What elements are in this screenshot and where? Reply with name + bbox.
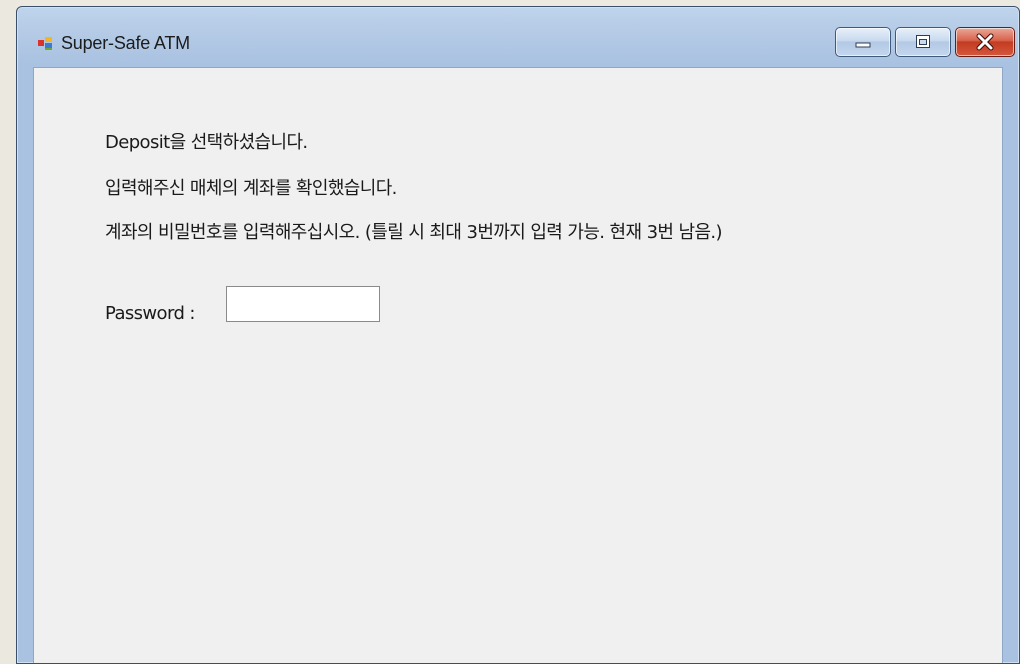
- close-icon: [976, 33, 994, 51]
- password-label: Password :: [105, 303, 195, 324]
- desktop-background: [0, 0, 16, 664]
- window-title: Super-Safe ATM: [61, 33, 190, 53]
- password-prompt-message: 계좌의 비밀번호를 입력해주십시오. (틀릴 시 최대 3번까지 입력 가능. …: [105, 222, 723, 243]
- account-confirmed-message: 입력해주신 매체의 계좌를 확인했습니다.: [105, 178, 397, 199]
- caption-buttons: [835, 27, 1015, 57]
- close-button[interactable]: [955, 27, 1015, 57]
- title-bar[interactable]: Super-Safe ATM: [17, 7, 1019, 65]
- client-area: Deposit을 선택하셨습니다. 입력해주신 매체의 계좌를 확인했습니다. …: [33, 67, 1003, 663]
- deposit-selected-message: Deposit을 선택하셨습니다.: [105, 132, 308, 153]
- atm-window: Super-Safe ATM Deposit을 선택하셨습니다. 입력해주신 매…: [16, 6, 1020, 664]
- minimize-button[interactable]: [835, 27, 891, 57]
- password-input[interactable]: [226, 286, 380, 322]
- maximize-icon: [916, 35, 930, 48]
- windows-form-icon: [38, 37, 52, 50]
- minimize-icon: [855, 42, 871, 48]
- maximize-button[interactable]: [895, 27, 951, 57]
